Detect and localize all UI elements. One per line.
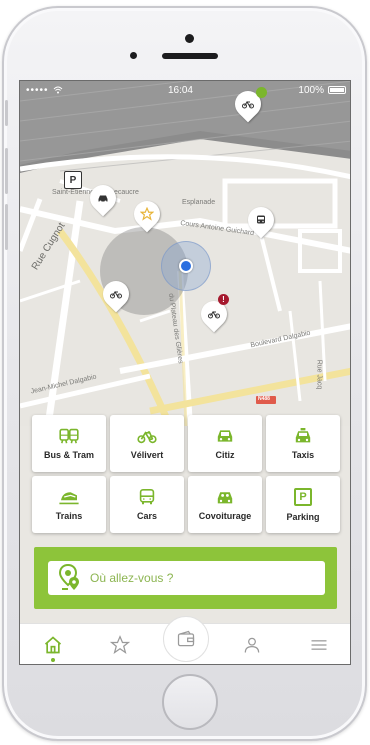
tile-label: Vélivert xyxy=(130,449,164,460)
car-icon xyxy=(98,195,108,203)
carpool-icon xyxy=(217,491,233,503)
car-share-icon xyxy=(217,429,233,442)
route-pin-icon xyxy=(58,563,79,590)
tab-home[interactable] xyxy=(20,624,86,664)
tile-label: Covoiturage xyxy=(198,510,252,521)
bike-icon xyxy=(137,430,157,443)
active-tab-indicator xyxy=(51,658,56,662)
home-button[interactable] xyxy=(162,674,218,730)
bike-station-pin-2[interactable] xyxy=(97,275,135,313)
tab-wallet[interactable] xyxy=(153,616,219,664)
bike-icon xyxy=(242,101,254,109)
tile-cars[interactable]: Cars xyxy=(110,476,184,533)
proximity-sensor xyxy=(130,52,137,59)
search-placeholder: Où allez-vous ? xyxy=(90,571,174,585)
train-icon xyxy=(59,491,79,504)
wallet-icon xyxy=(177,630,195,647)
tab-account[interactable] xyxy=(219,624,285,664)
bus-stop-pin[interactable] xyxy=(242,201,280,239)
home-icon xyxy=(45,636,62,654)
signal-strength: ••••• xyxy=(26,84,49,96)
earpiece-speaker xyxy=(162,53,218,59)
wifi-icon xyxy=(53,86,62,94)
tile-label: Parking xyxy=(286,511,320,522)
parking-pin[interactable]: P xyxy=(64,171,82,189)
search-panel: Où allez-vous ? xyxy=(34,547,337,609)
tile-label: Cars xyxy=(136,510,157,521)
tab-favorites[interactable] xyxy=(86,624,152,664)
tile-velivert[interactable]: Vélivert xyxy=(110,415,184,472)
tab-menu[interactable] xyxy=(286,624,350,664)
volume-up-button xyxy=(5,148,8,194)
map-label-rue-jacq: Rue Jacq xyxy=(315,359,323,390)
status-bar: ••••• 16:04 100% xyxy=(20,81,350,99)
wallet-button[interactable] xyxy=(163,616,210,662)
map-label-esplanade: Esplanade xyxy=(182,199,216,206)
destination-search-input[interactable]: Où allez-vous ? xyxy=(48,561,325,595)
tile-bus-tram[interactable]: Bus & Tram xyxy=(32,415,106,472)
battery-icon xyxy=(328,86,346,94)
tile-covoiturage[interactable]: Covoiturage xyxy=(188,476,262,533)
tile-label: Trains xyxy=(55,510,83,521)
mute-switch xyxy=(5,100,8,126)
car-share-pin[interactable] xyxy=(84,179,122,217)
alert-badge: ! xyxy=(218,294,229,305)
bike-icon xyxy=(208,311,220,319)
parking-icon: P xyxy=(294,487,312,506)
star-icon xyxy=(109,635,130,654)
volume-down-button xyxy=(5,204,8,250)
map-label-saint-etienne: Saint-Étienne xyxy=(52,189,95,196)
parking-icon-letter: P xyxy=(299,490,307,503)
tile-taxis[interactable]: Taxis xyxy=(266,415,340,472)
bike-icon xyxy=(110,291,122,299)
bus-icon xyxy=(257,215,265,224)
map-label-beaucrest: ecaucre xyxy=(114,189,139,196)
tile-trains[interactable]: Trains xyxy=(32,476,106,533)
app-screen: Esplanade Cours Antoine Guichard Rue Cug… xyxy=(19,80,351,665)
tile-label: Bus & Tram xyxy=(43,449,94,460)
user-icon xyxy=(245,637,260,653)
map-label-n488: N488 xyxy=(258,396,270,402)
star-icon xyxy=(140,207,154,221)
coach-icon xyxy=(139,488,155,504)
bus-tram-icon xyxy=(59,428,79,443)
front-camera xyxy=(185,34,194,43)
current-location-dot xyxy=(179,259,193,273)
parking-pin-letter: P xyxy=(69,174,77,186)
tile-label: Citiz xyxy=(215,449,235,460)
status-time: 16:04 xyxy=(167,84,193,96)
menu-icon xyxy=(311,640,327,650)
alert-badge-text: ! xyxy=(222,295,225,304)
transport-mode-grid: Bus & Tram Vélivert Citiz Taxis Trains C… xyxy=(32,415,340,533)
tile-label: Taxis xyxy=(291,449,315,460)
map-view[interactable]: Esplanade Cours Antoine Guichard Rue Cug… xyxy=(20,81,350,426)
favorite-place-pin[interactable] xyxy=(128,195,166,233)
battery-percent: 100% xyxy=(298,84,324,96)
bottom-tab-bar xyxy=(20,616,350,664)
tile-parking[interactable]: P Parking xyxy=(266,476,340,533)
tile-citiz[interactable]: Citiz xyxy=(188,415,262,472)
taxi-icon xyxy=(295,427,311,442)
